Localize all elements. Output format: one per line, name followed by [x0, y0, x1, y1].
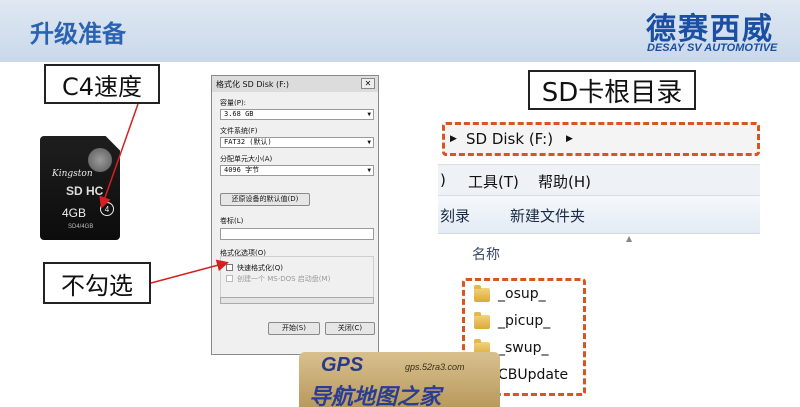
menu-partial-paren: )	[440, 171, 446, 189]
file-name: _swup_	[498, 340, 549, 356]
chevron-right-icon[interactable]: ▶	[566, 134, 573, 144]
watermark-text: 导航地图之家	[309, 385, 442, 407]
alloc-value: 4096 字节	[224, 166, 260, 174]
capacity-select[interactable]: 3.68 GB ▼	[220, 109, 374, 120]
sdhc-logo: SD HC	[66, 184, 104, 198]
folder-icon	[474, 285, 490, 302]
chevron-right-icon[interactable]: ▶	[450, 134, 457, 144]
slide-title: 升级准备	[30, 20, 126, 48]
sd-speed-class-icon: 4	[100, 202, 114, 216]
sd-capacity: 4GB	[62, 206, 87, 220]
folder-icon	[474, 312, 490, 329]
menu-tools[interactable]: 工具(T)	[468, 171, 519, 192]
menu-help[interactable]: 帮助(H)	[538, 171, 591, 192]
callout-speed: C4速度	[44, 64, 160, 104]
chevron-down-icon: ▼	[367, 167, 371, 174]
watermark-gps: GPS	[321, 354, 364, 376]
quick-format-label: 快速格式化(Q)	[237, 264, 283, 272]
sort-caret-icon: ▲	[626, 234, 633, 243]
chevron-down-icon: ▼	[367, 139, 371, 146]
restore-defaults-button[interactable]: 还原设备的默认值(D)	[220, 193, 310, 206]
filesystem-value: FAT32 (默认)	[224, 138, 272, 146]
callout-sd-root: SD卡根目录	[528, 70, 696, 110]
capacity-label: 容量(P):	[220, 99, 247, 107]
sd-card-image: Kingston SD HC 4GB 4 SD4/4GB	[40, 136, 120, 240]
toolbar: 刻录 新建文件夹	[438, 196, 760, 234]
callout-uncheck: 不勾选	[43, 262, 151, 304]
sd-model: SD4/4GB	[68, 224, 94, 230]
file-name: _picup_	[498, 313, 551, 329]
dialog-title: 格式化 SD Disk (F:)	[216, 80, 289, 89]
capacity-value: 3.68 GB	[224, 110, 254, 118]
address-text[interactable]: SD Disk (F:)	[466, 130, 553, 148]
menu-bar: ) 工具(T) 帮助(H)	[438, 164, 760, 196]
slide-header: 升级准备 德赛西威 DESAY SV AUTOMOTIVE	[0, 0, 800, 62]
sd-brand: Kingston	[52, 169, 93, 179]
quick-format-checkbox[interactable]	[226, 264, 233, 271]
watermark-logo: GPS gps.52ra3.com 导航地图之家	[299, 352, 500, 407]
volume-input[interactable]	[220, 228, 374, 240]
file-name: CBUpdate	[498, 367, 569, 383]
filesystem-select[interactable]: FAT32 (默认) ▼	[220, 137, 374, 148]
new-folder-button[interactable]: 新建文件夹	[510, 205, 585, 226]
alloc-label: 分配单元大小(A)	[220, 155, 273, 163]
chevron-down-icon: ▼	[367, 111, 371, 118]
start-button[interactable]: 开始(S)	[268, 322, 320, 335]
file-name: _osup_	[498, 286, 546, 302]
volume-label: 卷标(L)	[220, 217, 244, 225]
company-logo-en: DESAY SV AUTOMOTIVE	[647, 42, 778, 54]
watermark-url: gps.52ra3.com	[405, 362, 465, 372]
format-dialog: 格式化 SD Disk (F:) ✕ 容量(P): 3.68 GB ▼ 文件系统…	[211, 75, 379, 355]
msdos-checkbox[interactable]	[226, 275, 233, 282]
msdos-label: 创建一个 MS-DOS 启动盘(M)	[237, 275, 331, 283]
burn-button[interactable]: 刻录	[440, 205, 470, 226]
column-header-name[interactable]: 名称	[472, 244, 500, 264]
dialog-titlebar: 格式化 SD Disk (F:) ✕	[212, 76, 378, 92]
close-icon[interactable]: ✕	[361, 78, 375, 89]
filesystem-label: 文件系统(F)	[220, 127, 258, 135]
close-button[interactable]: 关闭(C)	[325, 322, 375, 335]
format-progress-bar	[220, 297, 374, 304]
alloc-select[interactable]: 4096 字节 ▼	[220, 165, 374, 176]
